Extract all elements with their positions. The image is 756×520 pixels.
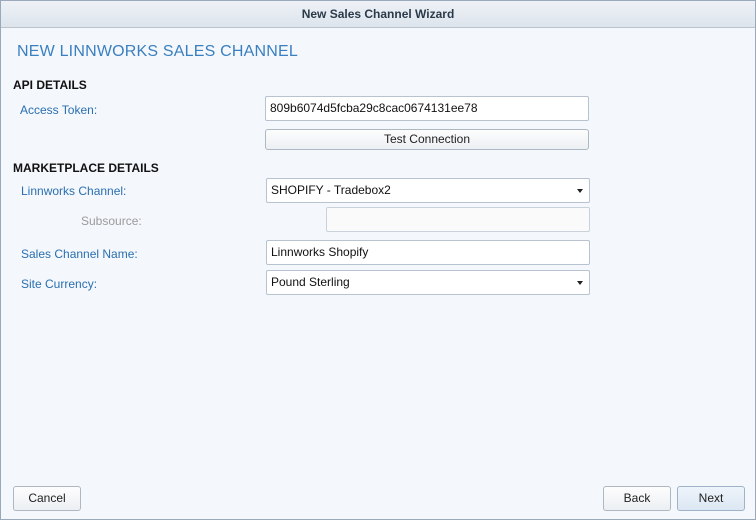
- sales-channel-name-field[interactable]: Linnworks Shopify: [266, 240, 590, 265]
- linnworks-channel-label: Linnworks Channel:: [21, 184, 127, 198]
- linnworks-channel-dropdown[interactable]: SHOPIFY - Tradebox2: [266, 178, 590, 203]
- wizard-window: New Sales Channel Wizard NEW LINNWORKS S…: [0, 0, 756, 520]
- next-button[interactable]: Next: [677, 486, 745, 511]
- api-details-section-title: API DETAILS: [13, 78, 87, 92]
- back-button[interactable]: Back: [603, 486, 671, 511]
- access-token-field[interactable]: 809b6074d5fcba29c8cac0674131ee78: [265, 96, 589, 121]
- chevron-down-icon: [577, 189, 583, 193]
- site-currency-value: Pound Sterling: [271, 275, 350, 289]
- linnworks-channel-value: SHOPIFY - Tradebox2: [271, 183, 391, 197]
- cancel-button[interactable]: Cancel: [13, 486, 81, 511]
- subsource-field[interactable]: [326, 207, 590, 232]
- window-title: New Sales Channel Wizard: [1, 1, 755, 28]
- subsource-label: Subsource:: [81, 214, 142, 228]
- site-currency-dropdown[interactable]: Pound Sterling: [266, 270, 590, 295]
- chevron-down-icon: [577, 281, 583, 285]
- test-connection-button[interactable]: Test Connection: [265, 129, 589, 150]
- site-currency-label: Site Currency:: [21, 277, 98, 291]
- marketplace-details-section-title: MARKETPLACE DETAILS: [13, 161, 159, 175]
- wizard-heading: NEW LINNWORKS SALES CHANNEL: [17, 43, 299, 60]
- sales-channel-name-label: Sales Channel Name:: [21, 247, 138, 261]
- access-token-label: Access Token:: [20, 103, 98, 117]
